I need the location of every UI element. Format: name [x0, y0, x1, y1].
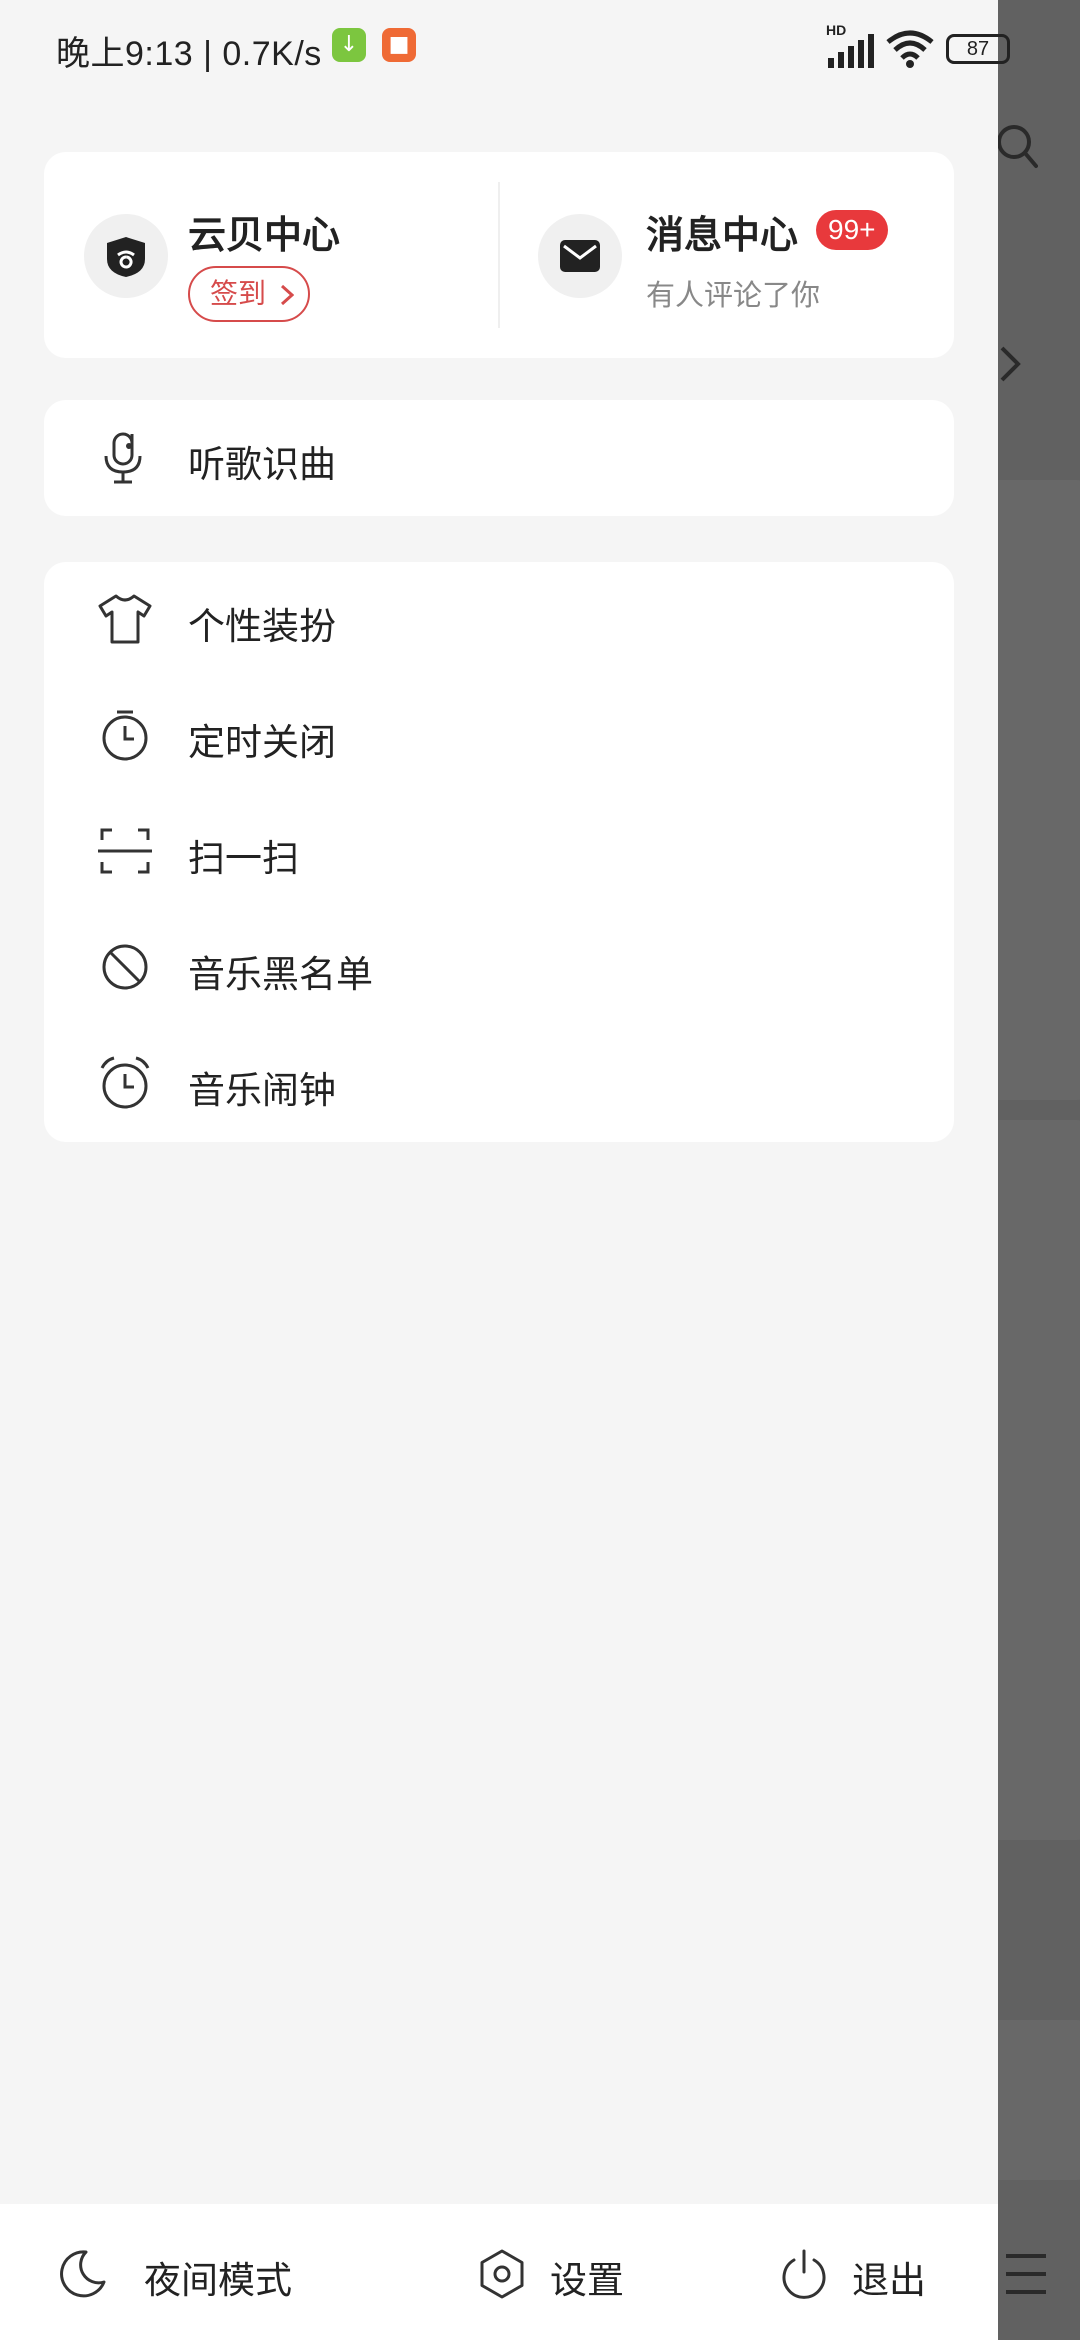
- yunbei-icon: [107, 237, 145, 277]
- menu-item-scan[interactable]: 扫一扫: [44, 794, 954, 910]
- menu-item-label: 扫一扫: [188, 837, 299, 880]
- signal-icon: [828, 34, 874, 68]
- moon-icon: [60, 2250, 106, 2298]
- block-icon: [102, 944, 148, 990]
- checkin-label: 签到: [210, 277, 267, 310]
- night-mode-label: 夜间模式: [144, 2259, 292, 2302]
- night-mode-button[interactable]: 夜间模式: [56, 2204, 316, 2340]
- message-center[interactable]: 消息中心 有人评论了你: [500, 152, 954, 358]
- playlist-icon[interactable]: [1000, 2250, 1050, 2298]
- side-drawer: 晚上9:13 | 0.7K/s ↓ ■ HD 87 云贝中心 签到 消息中心 有…: [0, 0, 1010, 2340]
- message-subtitle: 有人评论了你: [646, 278, 821, 312]
- menu-item-blacklist[interactable]: 音乐黑名单: [44, 910, 954, 1026]
- alarm-icon: [100, 1056, 150, 1109]
- status-bar: 晚上9:13 | 0.7K/s ↓ ■ HD 87: [0, 0, 1010, 96]
- settings-label: 设置: [550, 2259, 624, 2302]
- menu-item-sleep-timer[interactable]: 定时关闭: [44, 678, 954, 794]
- power-icon: [782, 2249, 826, 2299]
- status-icons: HD 87: [822, 22, 1022, 74]
- menu-card: 个性装扮 定时关闭 扫一扫 音乐黑名单 音乐闹钟: [44, 562, 954, 1142]
- timer-icon: [102, 710, 148, 761]
- tshirt-icon: [98, 594, 152, 644]
- mail-icon: [560, 240, 600, 272]
- battery-level: 87: [966, 38, 990, 60]
- menu-item-label: 音乐黑名单: [188, 953, 373, 996]
- download-notification-icon: ↓: [332, 28, 366, 62]
- message-icon-circle: [538, 214, 622, 298]
- menu-item-alarm[interactable]: 音乐闹钟: [44, 1026, 954, 1142]
- settings-button[interactable]: 设置: [476, 2204, 656, 2340]
- menu-item-label: 听歌识曲: [188, 443, 336, 486]
- logout-label: 退出: [852, 2259, 926, 2302]
- checkin-button[interactable]: 签到: [188, 266, 310, 322]
- logout-button[interactable]: 退出: [778, 2204, 958, 2340]
- chevron-right-icon: [280, 284, 294, 306]
- video-notification-icon: ■: [382, 28, 416, 62]
- menu-item-personalize[interactable]: 个性装扮: [44, 562, 954, 678]
- chevron-right-icon: [1000, 346, 1021, 382]
- battery-icon: 87: [946, 34, 1010, 64]
- yunbei-icon-circle: [84, 214, 168, 298]
- menu-item-recognize[interactable]: 听歌识曲: [44, 400, 954, 516]
- scan-icon: [98, 828, 152, 874]
- search-icon[interactable]: [994, 122, 1038, 170]
- microphone-music-icon: [104, 432, 142, 484]
- settings-hexagon-icon: [480, 2249, 524, 2299]
- recognize-card: 听歌识曲: [44, 400, 954, 516]
- yunbei-title: 云贝中心: [188, 215, 341, 257]
- menu-item-label: 音乐闹钟: [188, 1069, 336, 1112]
- wifi-icon: [886, 30, 934, 68]
- bottom-bar: 夜间模式 设置 退出: [0, 2204, 998, 2340]
- message-title: 消息中心: [646, 215, 799, 257]
- status-time: 晚上9:13 | 0.7K/s: [56, 35, 322, 73]
- menu-item-label: 个性装扮: [188, 605, 336, 648]
- menu-item-label: 定时关闭: [188, 721, 336, 764]
- yunbei-center[interactable]: 云贝中心 签到: [44, 152, 498, 358]
- message-count-badge: 99+: [816, 210, 888, 250]
